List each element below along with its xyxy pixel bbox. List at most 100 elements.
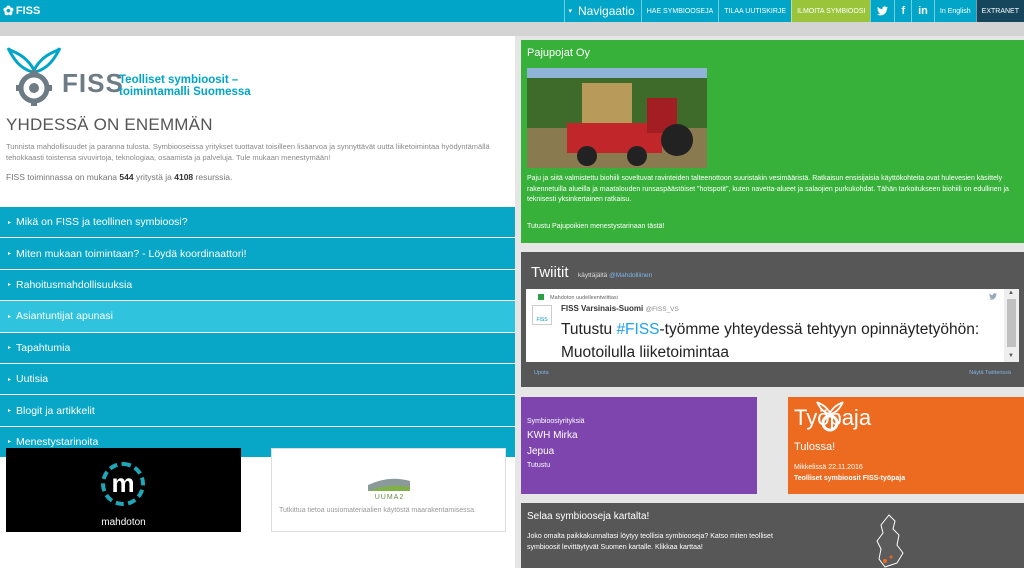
- arrow-right-icon: ▸: [8, 408, 12, 415]
- menu-item-label: Menestystarinoita: [16, 435, 99, 448]
- arrow-right-icon: ▸: [8, 282, 12, 289]
- report-symbiosis-link[interactable]: ILMOITA SYMBIOOSI: [791, 0, 871, 22]
- mahdoton-m-icon: m: [111, 468, 135, 498]
- site-logo[interactable]: ✿ FISS: [3, 3, 40, 19]
- scroll-up-icon[interactable]: ▲: [1008, 290, 1014, 296]
- menu-item-events[interactable]: ▸ Tapahtumia: [0, 332, 515, 364]
- main-nav: ▾ Navigaatio HAE SYMBIOOSEJA TILAA UUTIS…: [563, 0, 1024, 22]
- scroll-down-icon[interactable]: ▼: [1008, 353, 1014, 359]
- menu-item-label: Mikä on FISS ja teollinen symbioosi?: [16, 216, 188, 229]
- company-count: 544: [119, 172, 134, 182]
- mahdoton-name: mahdoton: [101, 517, 146, 528]
- menu-item-label: Miten mukaan toimintaan? - Löydä koordin…: [16, 247, 247, 260]
- fiss-gear-leaf-icon: [6, 46, 62, 106]
- menu-item-experts[interactable]: ▸ Asiantuntijat apunasi: [0, 301, 515, 333]
- tweet-scrollbar[interactable]: ▲ ▼: [1004, 289, 1019, 362]
- menu-item-label: Uutisia: [16, 373, 49, 386]
- workshop-date: Mikkelissä 22.11.2016: [794, 464, 863, 471]
- caret-down-icon: ▾: [568, 8, 573, 15]
- symbiosis-map-card[interactable]: Selaa symbiooseja kartalta! Joko omalta …: [521, 503, 1024, 568]
- menu-item-join[interactable]: ▸ Miten mukaan toimintaan? - Löydä koordi…: [0, 238, 515, 270]
- menu-item-label: Blogit ja artikkelit: [16, 404, 95, 417]
- story-text: Paju ja siitä valmistettu biohiili sovel…: [527, 175, 1009, 203]
- companies-more-link[interactable]: Tutustu: [527, 462, 550, 469]
- symbiosis-companies-card[interactable]: Symbioosiyrityksiä KWH Mirka Jepua Tutus…: [521, 397, 757, 494]
- brand-name: FISS: [62, 68, 124, 98]
- avatar[interactable]: FISS: [532, 305, 552, 325]
- twitter-by-prefix: käyttäjältä: [578, 272, 608, 279]
- workshop-event-name: Teolliset symbioosit FISS-työpaja: [794, 475, 906, 482]
- tweet-author-handle: @FISS_VS: [645, 306, 679, 313]
- page-headline: YHDESSÄ ON ENEMMÄN: [6, 115, 213, 134]
- twitter-byline: käyttäjältä @Mahdolliinen: [578, 272, 652, 279]
- arrow-right-icon: ▸: [8, 439, 12, 446]
- story-read-more-link[interactable]: Tutustu Pajupoikien menestystarinaan täs…: [527, 223, 664, 230]
- hashtag-link[interactable]: #FISS: [616, 321, 659, 338]
- workshop-subtitle: Tulossa!: [794, 441, 836, 453]
- arrow-right-icon: ▸: [8, 219, 12, 226]
- menu-item-label: Asiantuntijat apunasi: [16, 310, 113, 323]
- tweet-text: Tutustu #FISS-työmme yhteydessä tehtyyn …: [561, 318, 991, 364]
- twitter-widget: Twiitit käyttäjältä @Mahdolliinen Mahdot…: [521, 252, 1024, 387]
- menu-item-label: Rahoitusmahdollisuuksia: [16, 278, 133, 291]
- mahdoton-tile[interactable]: m mahdoton: [6, 448, 241, 532]
- companies-label: Symbioosiyrityksiä: [527, 418, 585, 425]
- workshop-card[interactable]: Työpaja Tulossa! Mikkelissä 22.11.2016 T…: [788, 397, 1024, 494]
- story-title: Pajupojat Oy: [527, 47, 590, 59]
- twitter-icon[interactable]: [870, 0, 894, 22]
- arrow-right-icon: ▸: [8, 376, 12, 383]
- linkedin-icon[interactable]: in: [911, 0, 934, 22]
- tweet-timeline[interactable]: Mahdoton uudelleentwiittasi FISS FISS Va…: [526, 289, 1019, 362]
- counts-mid: yritystä ja: [135, 172, 172, 182]
- search-symbioses-link[interactable]: HAE SYMBIOOSEJA: [640, 0, 719, 22]
- menu-item-what-is-fiss[interactable]: ▸ Mikä on FISS ja teollinen symbioosi?: [0, 207, 515, 239]
- success-story-card[interactable]: Pajupojat Oy Paju ja siitä valmistettu b…: [521, 40, 1024, 243]
- extranet-link[interactable]: EXTRANET: [975, 0, 1024, 22]
- retweet-notice: Mahdoton uudelleentwiittasi: [538, 294, 618, 301]
- embed-link[interactable]: Upota: [534, 370, 549, 376]
- twitter-title: Twiitit: [531, 264, 569, 281]
- newsletter-link[interactable]: TILAA UUTISKIRJE: [718, 0, 791, 22]
- arrow-right-icon: ▸: [8, 313, 12, 320]
- uuma2-description: Tutkittua tietoa uusiomateriaalien käytö…: [279, 507, 477, 514]
- resource-count: 4108: [174, 172, 194, 182]
- header-divider: [0, 22, 1024, 36]
- map-text: Joko omalta paikkakunnaltasi löytyy teol…: [527, 533, 773, 551]
- top-navigation-bar: ✿ FISS ▾ Navigaatio HAE SYMBIOOSEJA TILA…: [0, 0, 1024, 22]
- tweet-text-start: Tutustu: [561, 321, 617, 338]
- uuma2-name: UUMA2: [374, 494, 405, 501]
- workshop-gear-icon: [816, 401, 844, 432]
- fiss-logo-icon: ✿: [3, 3, 14, 18]
- story-photo: [527, 68, 707, 168]
- twitter-by-handle-link[interactable]: @Mahdolliinen: [609, 272, 652, 279]
- tweet-author[interactable]: FISS Varsinais-Suomi @FISS_VS: [561, 304, 679, 313]
- map-title: Selaa symbiooseja kartalta!: [527, 511, 650, 522]
- scroll-thumb[interactable]: [1007, 299, 1016, 347]
- company-link-kwh-mirka[interactable]: KWH Mirka: [527, 430, 578, 441]
- menu-item-funding[interactable]: ▸ Rahoitusmahdollisuuksia: [0, 269, 515, 302]
- site-logo-label: FISS: [15, 5, 41, 17]
- language-link[interactable]: In English: [933, 0, 976, 22]
- uuma2-logo-icon: [368, 478, 410, 491]
- brand-tagline: Teolliset symbioosit – toimintamalli Suo…: [119, 74, 251, 98]
- counts-prefix: FISS toiminnassa on mukana: [6, 172, 118, 182]
- menu-item-blogs[interactable]: ▸ Blogit ja artikkelit: [0, 395, 515, 427]
- arrow-right-icon: ▸: [8, 251, 12, 258]
- navigation-menu-button[interactable]: ▾ Navigaatio: [563, 0, 641, 22]
- retweet-label: Mahdoton uudelleentwiittasi: [550, 295, 618, 301]
- facebook-icon[interactable]: f: [894, 0, 911, 22]
- intro-text: Tunnista mahdollisuudet ja paranna tulos…: [6, 142, 490, 162]
- brand-tagline-line-1: Teolliset symbioosit –: [119, 74, 239, 86]
- participation-counts: FISS toiminnassa on mukana 544 yritystä …: [6, 172, 232, 182]
- arrow-right-icon: ▸: [8, 345, 12, 352]
- view-on-twitter-link[interactable]: Näytä Twitterissä: [969, 370, 1011, 376]
- fiss-brand-logo[interactable]: FISS Teolliset symbioosit – toimintamall…: [6, 46, 266, 110]
- uuma2-tile[interactable]: UUMA2 Tutkittua tietoa uusiomateriaalien…: [271, 448, 506, 532]
- tweet-author-name: FISS Varsinais-Suomi: [561, 304, 644, 313]
- finland-map-icon[interactable]: [871, 513, 911, 568]
- retweet-icon: [538, 294, 544, 300]
- menu-item-label: Tapahtumia: [16, 341, 71, 354]
- company-link-jepua[interactable]: Jepua: [527, 446, 554, 457]
- accordion-menu: ▸ Mikä on FISS ja teollinen symbioosi? ▸ M…: [0, 207, 515, 459]
- menu-item-news[interactable]: ▸ Uutisia: [0, 363, 515, 396]
